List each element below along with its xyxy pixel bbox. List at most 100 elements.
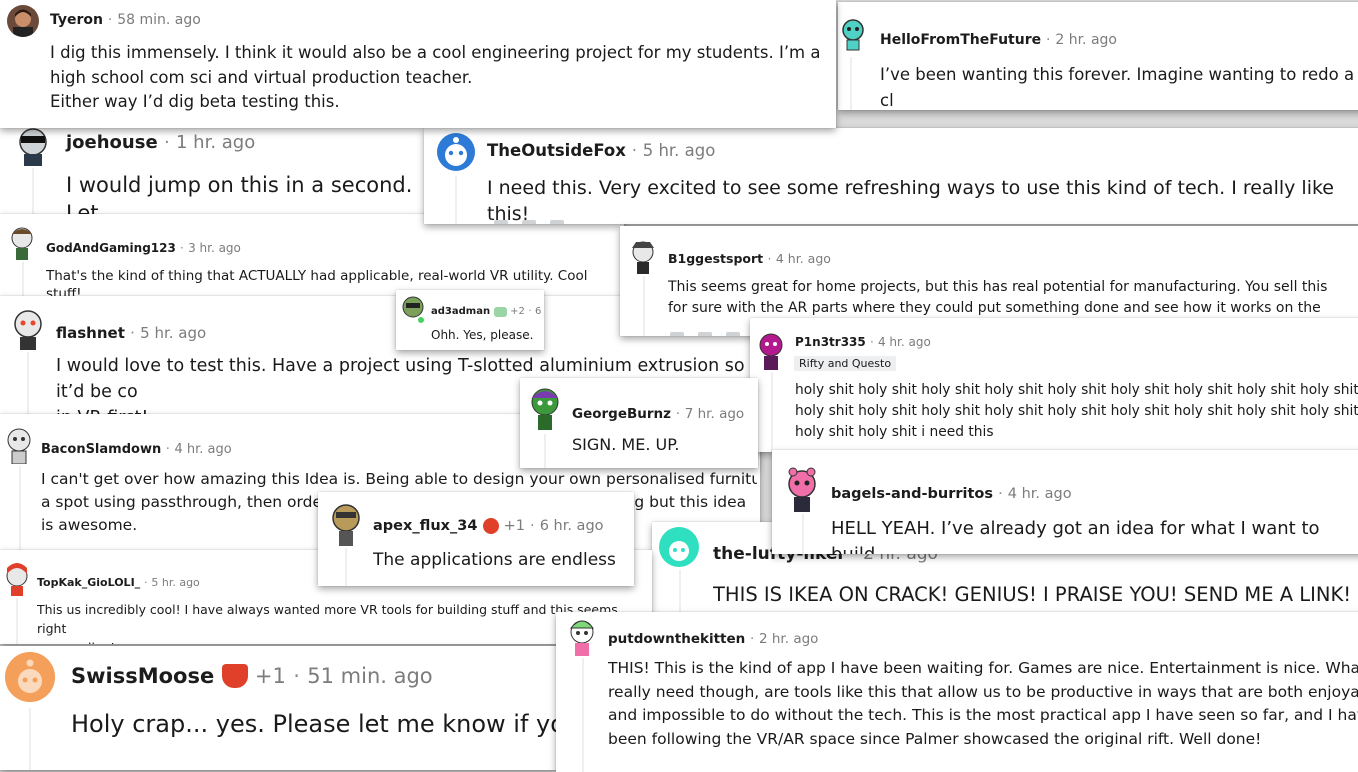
comment-text: THIS IS IKEA ON CRACK! GENIUS! I PRAISE …	[713, 583, 1352, 606]
separator-dot: ·	[130, 324, 135, 342]
avatar[interactable]	[838, 12, 868, 52]
thread-line[interactable]	[455, 176, 457, 224]
comment-actions[interactable]	[494, 220, 564, 224]
separator-dot: ·	[144, 576, 148, 589]
username[interactable]: putdownthekitten	[608, 631, 745, 647]
thread-line[interactable]	[850, 57, 852, 110]
username[interactable]: joehouse	[66, 132, 158, 153]
timestamp[interactable]: 1 hr. ago	[176, 132, 255, 153]
timestamp[interactable]: 5 hr. ago	[643, 141, 716, 160]
username[interactable]: Tyeron	[50, 12, 103, 28]
thread-line[interactable]	[582, 658, 584, 772]
timestamp[interactable]: 4 hr. ago	[776, 251, 831, 266]
avatar[interactable]	[628, 236, 658, 274]
thread-line[interactable]	[16, 598, 18, 644]
award-count: +1	[503, 518, 525, 534]
separator-dot: ·	[767, 251, 772, 266]
thread-line[interactable]	[643, 276, 645, 336]
username[interactable]: GeorgeBurnz	[572, 406, 671, 422]
award-icon	[482, 518, 499, 534]
timestamp[interactable]: 58 min. ago	[117, 12, 201, 28]
comment-card: bagels-and-burritos · 4 hr. ago HELL YEA…	[772, 450, 1358, 554]
comment-text: I would jump on this in a second. Let	[66, 173, 420, 214]
comment-card: apex_flux_34 +1 · 6 hr. ago The applicat…	[318, 492, 634, 586]
separator-dot: ·	[528, 306, 532, 317]
separator-dot: ·	[165, 442, 170, 457]
username[interactable]: TopKak_GioLOLI_	[37, 576, 140, 589]
comment-card: Tyeron · 58 min. ago I dig this immensel…	[0, 0, 836, 128]
avatar[interactable]	[400, 294, 426, 324]
comment-text: HELL YEAH. I’ve already got an idea for …	[831, 518, 1320, 554]
avatar[interactable]	[4, 424, 34, 464]
timestamp[interactable]: 5 hr. ago	[151, 576, 199, 589]
thread-line[interactable]	[27, 352, 29, 414]
avatar[interactable]	[8, 224, 36, 260]
avatar[interactable]	[784, 464, 820, 512]
comment-text: I dig this immensely. I think it would a…	[50, 43, 821, 111]
separator-dot: ·	[107, 12, 113, 28]
thread-line[interactable]	[29, 708, 31, 770]
comment-card: TheOutsideFox · 5 hr. ago I need this. V…	[424, 128, 1358, 224]
avatar[interactable]	[12, 126, 54, 166]
comment-actions[interactable]	[670, 332, 740, 336]
avatar[interactable]	[5, 652, 55, 702]
comment-text: SIGN. ME. UP.	[572, 435, 680, 454]
username[interactable]: GodAndGaming123	[46, 241, 176, 255]
thread-line[interactable]	[19, 466, 21, 552]
thread-line[interactable]	[771, 372, 773, 452]
timestamp[interactable]: 7 hr. ago	[685, 406, 744, 422]
comment-card: SwissMoose +1 · 51 min. ago Holy crap...…	[0, 646, 556, 770]
timestamp[interactable]: 4 hr. ago	[174, 442, 231, 457]
separator-dot: ·	[1046, 32, 1051, 48]
avatar[interactable]	[4, 562, 30, 596]
thread-line[interactable]	[544, 434, 546, 468]
avatar[interactable]	[7, 5, 39, 37]
username[interactable]: SwissMoose	[71, 664, 214, 688]
timestamp[interactable]: 2 hr. ago	[759, 631, 818, 647]
separator-dot: ·	[180, 241, 184, 255]
thread-line[interactable]	[802, 514, 804, 554]
timestamp[interactable]: 6 hr. ago	[540, 518, 604, 534]
timestamp[interactable]: 4 hr. ago	[1008, 486, 1072, 502]
award-count: +1	[254, 664, 286, 688]
username[interactable]: apex_flux_34	[373, 518, 477, 534]
comment-card: ad3adman +2 · 6 hr. a Ohh. Yes, please.	[396, 290, 544, 350]
timestamp[interactable]: 6 hr. a	[535, 306, 544, 317]
avatar[interactable]	[756, 330, 786, 370]
comment-text: holy shit holy shit holy shit holy shit …	[795, 382, 1358, 440]
username[interactable]: TheOutsideFox	[487, 141, 626, 160]
avatar[interactable]	[566, 616, 598, 656]
timestamp[interactable]: 51 min. ago	[307, 664, 432, 688]
comment-text: Holy crap... yes. Please let me know if …	[71, 710, 556, 738]
thread-line[interactable]	[345, 548, 347, 586]
comment-card: GeorgeBurnz · 7 hr. ago SIGN. ME. UP.	[520, 378, 758, 468]
separator-dot: ·	[163, 132, 170, 153]
timestamp[interactable]: 4 hr. ago	[878, 335, 931, 349]
avatar[interactable]	[10, 306, 46, 350]
avatar[interactable]	[330, 500, 362, 546]
comment-text: This seems great for home projects, but …	[668, 279, 1328, 316]
username[interactable]: P1n3tr335	[795, 335, 866, 349]
avatar[interactable]	[436, 132, 476, 172]
comment-text: The applications are endless	[373, 550, 616, 570]
avatar[interactable]	[528, 386, 562, 430]
separator-dot: ·	[293, 664, 300, 688]
username[interactable]: flashnet	[56, 324, 125, 342]
username[interactable]: bagels-and-burritos	[831, 486, 993, 502]
timestamp[interactable]: 2 hr. ago	[1055, 32, 1117, 48]
timestamp[interactable]: 5 hr. ago	[140, 324, 206, 342]
comment-text: I need this. Very excited to see some re…	[487, 177, 1341, 224]
username[interactable]: BaconSlamdown	[41, 442, 161, 457]
separator-dot: ·	[530, 518, 535, 534]
avatar[interactable]	[658, 526, 700, 568]
comment-text: THIS! This is the kind of app I have bee…	[608, 659, 1358, 748]
thread-line[interactable]	[22, 262, 24, 296]
username[interactable]: HelloFromTheFuture	[880, 32, 1041, 48]
comment-card: joehouse · 1 hr. ago I would jump on thi…	[0, 126, 430, 214]
username[interactable]: ad3adman	[431, 306, 490, 317]
timestamp[interactable]: 3 hr. ago	[188, 241, 241, 255]
thread-line[interactable]	[32, 168, 34, 214]
user-flair: Rifty and Questo	[794, 356, 897, 371]
separator-dot: ·	[869, 335, 874, 349]
username[interactable]: B1ggestsport	[668, 251, 763, 266]
